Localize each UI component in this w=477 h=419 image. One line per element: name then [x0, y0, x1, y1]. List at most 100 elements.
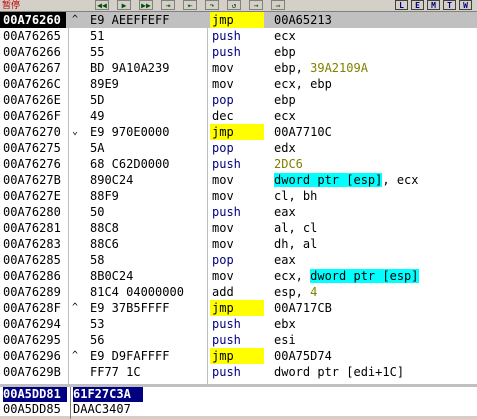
disassembly-pane[interactable]: 00A76260 ^ E9 AEEFFEFF jmp 00A65213 00A76265 5…	[0, 12, 477, 384]
address-cell: 00A76265	[3, 29, 61, 43]
address-cell: 00A7627B	[3, 173, 61, 187]
disasm-row[interactable]: 00A76296 ^ E9 D9FAFFFF jmp 00A75D74	[0, 348, 477, 364]
operand-text: 00A65213	[274, 13, 332, 27]
hex-bytes-cell: BD 9A10A239	[90, 61, 170, 75]
operand-text: dword ptr [edi+1C]	[274, 365, 405, 379]
hex-bytes-cell: 68 C62D0000	[90, 157, 170, 171]
toolbar-button[interactable]: ▶▶	[139, 0, 153, 10]
disasm-row[interactable]: 00A76266 55 push ebp	[0, 44, 477, 60]
disasm-row[interactable]: 00A7626E 5D pop ebp	[0, 92, 477, 108]
status-label: 暂停	[2, 1, 21, 11]
operand-text: eax	[274, 205, 296, 219]
disasm-row[interactable]: 00A76280 50 push eax	[0, 204, 477, 220]
disasm-row[interactable]: 00A76295 56 push esi	[0, 332, 477, 348]
hex-bytes-cell: 53	[90, 317, 105, 331]
hex-bytes-cell: 56	[90, 333, 105, 347]
mnemonic-cell: mov	[212, 237, 234, 251]
operand-cell: al, cl	[274, 220, 474, 236]
operand-cell: ecx	[274, 108, 474, 124]
operand-text: al, cl	[274, 221, 318, 235]
hex-bytes-cell: 49	[90, 109, 105, 123]
jump-arrow-icon: ⌄	[72, 126, 79, 137]
hex-bytes-cell: E9 37B5FFFF	[90, 301, 170, 315]
disasm-row[interactable]: 00A76286 8B0C24 mov ecx, dword ptr [esp]	[0, 268, 477, 284]
operand-text: eax	[274, 253, 296, 267]
operand-text: esp,	[274, 285, 311, 299]
address-cell: 00A7626F	[3, 109, 61, 123]
disasm-row[interactable]: 00A76275 5A pop edx	[0, 140, 477, 156]
disasm-row[interactable]: 00A76294 53 push ebx	[0, 316, 477, 332]
mnemonic-cell: push	[212, 45, 241, 59]
hex-bytes-cell: 81C4 04000000	[90, 285, 184, 299]
toolbar-letter-button-t[interactable]: T	[443, 0, 456, 10]
hex-bytes-cell: FF77 1C	[90, 365, 141, 379]
hex-bytes-cell: E9 AEEFFEFF	[90, 13, 170, 27]
operand-text: , ecx	[382, 173, 419, 187]
operand-text: ebx	[274, 317, 296, 331]
address-cell: 00A76283	[3, 237, 61, 251]
mnemonic-cell: push	[212, 333, 241, 347]
address-cell: 00A76266	[3, 45, 61, 59]
operand-cell: 00A7710C	[274, 124, 474, 140]
dump-pane[interactable]: 00A5DD81 61F27C3A 00A5DD85 DAAC3407	[0, 384, 477, 419]
operand-text: 00A7710C	[274, 125, 332, 139]
disasm-row[interactable]: 00A7627B 890C24 mov dword ptr [esp], ecx	[0, 172, 477, 188]
toolbar-letter-button-l[interactable]: L	[395, 0, 408, 10]
operand-text: cl, bh	[274, 189, 318, 203]
mnemonic-cell: dec	[212, 109, 234, 123]
address-cell: 00A76289	[3, 285, 61, 299]
mnemonic-cell: jmp	[210, 348, 264, 364]
hex-bytes-cell: 89E9	[90, 77, 119, 91]
disasm-row[interactable]: 00A76276 68 C62D0000 push 2DC6	[0, 156, 477, 172]
disasm-row[interactable]: 00A7626C 89E9 mov ecx, ebp	[0, 76, 477, 92]
toolbar-button[interactable]: ↷	[205, 0, 219, 10]
operand-text: ebp	[274, 93, 296, 107]
mnemonic-cell: jmp	[210, 12, 264, 28]
immediate-operand: 2DC6	[274, 157, 303, 171]
disasm-row[interactable]: 00A7627E 88F9 mov cl, bh	[0, 188, 477, 204]
toolbar-button[interactable]: ↺	[227, 0, 241, 10]
toolbar-button[interactable]: ◀◀	[95, 0, 109, 10]
toolbar-button[interactable]: ⇥	[161, 0, 175, 10]
disasm-row[interactable]: 00A76283 88C6 mov dh, al	[0, 236, 477, 252]
toolbar-letter-button-m[interactable]: M	[427, 0, 440, 10]
address-cell: 00A76286	[3, 269, 61, 283]
mnemonic-cell: mov	[212, 77, 234, 91]
operand-cell: esp, 4	[274, 284, 474, 300]
address-cell: 00A76276	[3, 157, 61, 171]
toolbar-button[interactable]: ⇤	[183, 0, 197, 10]
disasm-row[interactable]: 00A7629B FF77 1C push dword ptr [edi+1C]	[0, 364, 477, 380]
address-cell: 00A76295	[3, 333, 61, 347]
disasm-row[interactable]: 00A76289 81C4 04000000 add esp, 4	[0, 284, 477, 300]
hex-bytes-cell: 55	[90, 45, 105, 59]
disasm-row[interactable]: 00A76267 BD 9A10A239 mov ebp, 39A2109A	[0, 60, 477, 76]
address-cell: 00A76275	[3, 141, 61, 155]
mnemonic-cell: pop	[212, 253, 234, 267]
operand-text: dh, al	[274, 237, 318, 251]
address-cell: 00A76260	[0, 12, 66, 28]
disasm-row[interactable]: 00A7628F ^ E9 37B5FFFF jmp 00A717CB	[0, 300, 477, 316]
disasm-row[interactable]: 00A76260 ^ E9 AEEFFEFF jmp 00A65213	[0, 12, 477, 28]
disasm-row[interactable]: 00A76281 88C8 mov al, cl	[0, 220, 477, 236]
toolbar-button[interactable]: ▶	[117, 0, 131, 10]
mnemonic-cell: push	[212, 317, 241, 331]
operand-cell: edx	[274, 140, 474, 156]
disasm-row[interactable]: 00A76285 58 pop eax	[0, 252, 477, 268]
disasm-row[interactable]: 00A7626F 49 dec ecx	[0, 108, 477, 124]
address-cell: 00A7628F	[3, 301, 61, 315]
immediate-operand: 39A2109A	[310, 61, 368, 75]
hex-bytes-cell: 8B0C24	[90, 269, 134, 283]
toolbar-letter-button-w[interactable]: W	[459, 0, 472, 10]
operand-cell: dh, al	[274, 236, 474, 252]
toolbar-letter-button-e[interactable]: E	[411, 0, 424, 10]
toolbar-button[interactable]: ⇒	[271, 0, 285, 10]
toolbar-button[interactable]: →	[249, 0, 263, 10]
mnemonic-cell: pop	[212, 141, 234, 155]
disasm-row[interactable]: 00A76265 51 push ecx	[0, 28, 477, 44]
memory-operand: dword ptr [esp]	[274, 173, 383, 187]
operand-cell: ecx, dword ptr [esp]	[274, 268, 474, 284]
immediate-operand: 4	[310, 285, 318, 299]
column-divider	[207, 12, 208, 384]
disasm-row[interactable]: 00A76270 ⌄ E9 970E0000 jmp 00A7710C	[0, 124, 477, 140]
mnemonic-cell: mov	[212, 61, 234, 75]
